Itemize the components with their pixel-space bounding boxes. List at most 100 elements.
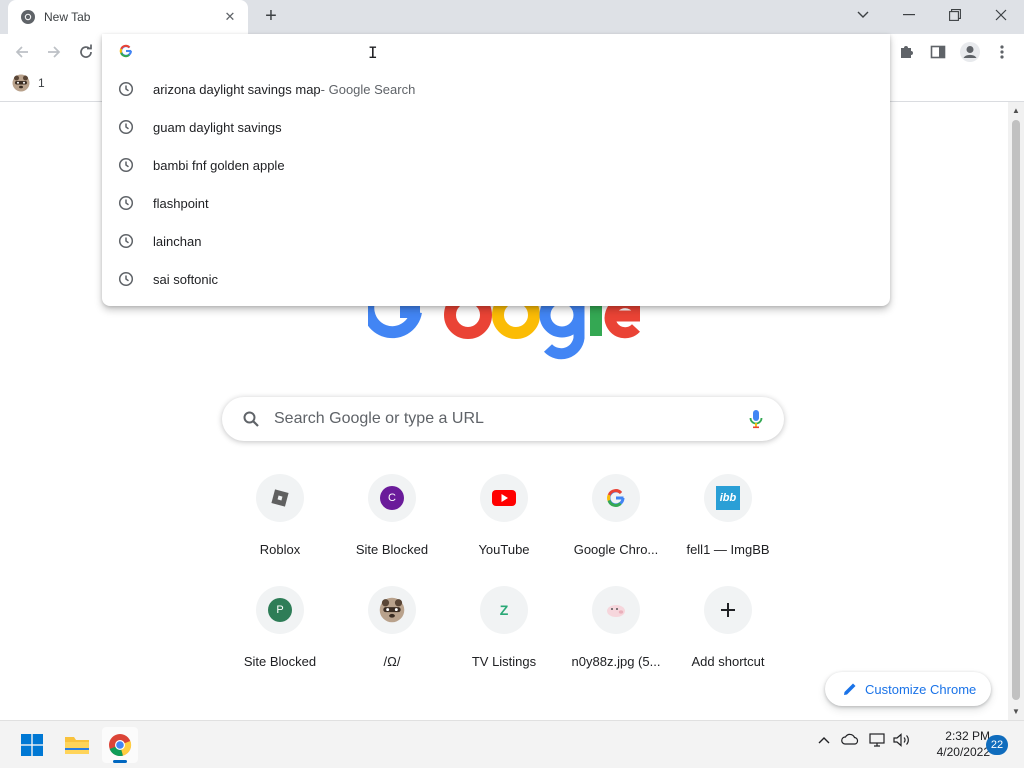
- shortcut-icon-bg: Z: [480, 586, 528, 634]
- start-button[interactable]: [14, 727, 50, 763]
- extensions-button[interactable]: [894, 40, 918, 64]
- shortcut-imgbb[interactable]: ibb fell1 — ImgBB: [672, 474, 784, 574]
- close-icon: [995, 9, 1007, 21]
- search-icon: [243, 411, 259, 427]
- youtube-icon: [492, 490, 516, 506]
- minimize-button[interactable]: [886, 0, 932, 30]
- shortcut-image-file[interactable]: n0y88z.jpg (5...: [560, 586, 672, 686]
- windows-logo-icon: [21, 734, 43, 756]
- close-window-button[interactable]: [978, 0, 1024, 30]
- shortcut-site-blocked-p[interactable]: P Site Blocked: [224, 586, 336, 686]
- bookmark-label: 1: [38, 76, 45, 90]
- back-button[interactable]: [10, 40, 34, 64]
- side-panel-icon: [930, 45, 946, 59]
- shortcut-label: TV Listings: [471, 654, 537, 669]
- profile-icon: [960, 42, 980, 62]
- shortcut-label: n0y88z.jpg (5...: [571, 654, 661, 669]
- shortcut-label: Roblox: [259, 542, 301, 557]
- tab-search-button[interactable]: [840, 0, 886, 30]
- tab-title: New Tab: [44, 10, 91, 24]
- suggestion-text: bambi fnf golden apple: [153, 157, 285, 173]
- cloud-icon: [841, 733, 859, 745]
- chrome-taskbar-button[interactable]: [102, 727, 138, 763]
- raccoon-avatar-icon: [379, 597, 405, 623]
- suggestion-source: - Google Search: [320, 81, 416, 97]
- shortcut-icon-bg: C: [368, 474, 416, 522]
- notification-badge[interactable]: 22: [986, 735, 1008, 755]
- pencil-icon: [844, 683, 856, 695]
- search-box[interactable]: Search Google or type a URL: [222, 397, 784, 441]
- file-explorer-button[interactable]: [59, 727, 95, 763]
- suggestion-item[interactable]: guam daylight savings: [102, 108, 890, 146]
- history-clock-icon: [118, 195, 134, 211]
- suggestion-text: arizona daylight savings map: [153, 81, 321, 97]
- shortcut-label: Site Blocked: [243, 654, 317, 669]
- volume-button[interactable]: [893, 733, 911, 750]
- chrome-icon: [21, 10, 35, 24]
- clock-time: 2:32 PM: [945, 729, 990, 743]
- page-scrollbar[interactable]: ▲ ▼: [1008, 102, 1024, 720]
- shortcut-icon-bg: [592, 474, 640, 522]
- history-clock-icon: [118, 119, 134, 135]
- shortcut-omega[interactable]: /Ω/: [336, 586, 448, 686]
- show-hidden-icons-button[interactable]: [818, 733, 830, 747]
- arrow-right-icon: [48, 46, 61, 58]
- clock-button[interactable]: 2:32 PM 4/20/2022: [918, 728, 990, 760]
- omnibox-input[interactable]: I: [102, 34, 890, 70]
- reload-button[interactable]: [74, 40, 98, 64]
- shortcut-google-chrome[interactable]: Google Chro...: [560, 474, 672, 574]
- scrollbar-thumb[interactable]: [1012, 120, 1020, 700]
- suggestion-item[interactable]: lainchan: [102, 222, 890, 260]
- raccoon-avatar-icon: [12, 74, 30, 92]
- profile-button[interactable]: [958, 40, 982, 64]
- onedrive-button[interactable]: [841, 733, 859, 748]
- suggestion-item[interactable]: flashpoint: [102, 184, 890, 222]
- omnibox-dropdown: I arizona daylight savings map - Google …: [102, 34, 890, 306]
- letter-c-icon: C: [380, 486, 404, 510]
- speaker-icon: [893, 733, 909, 747]
- text-cursor-icon: I: [368, 43, 378, 62]
- suggestion-item[interactable]: arizona daylight savings map - Google Se…: [102, 70, 890, 108]
- shortcut-label: Site Blocked: [355, 542, 429, 557]
- suggestion-item[interactable]: sai softonic: [102, 260, 890, 298]
- customize-chrome-button[interactable]: Customize Chrome: [825, 672, 991, 706]
- shortcut-label: /Ω/: [383, 654, 401, 669]
- side-panel-button[interactable]: [926, 40, 950, 64]
- network-button[interactable]: [869, 733, 887, 750]
- microphone-icon[interactable]: [748, 409, 764, 429]
- shortcut-icon-bg: [480, 474, 528, 522]
- reload-icon: [80, 44, 92, 58]
- shortcut-label: YouTube: [478, 542, 530, 557]
- shortcut-icon-bg: ibb: [704, 474, 752, 522]
- shortcut-site-blocked-c[interactable]: C Site Blocked: [336, 474, 448, 574]
- scroll-up-icon[interactable]: ▲: [1012, 106, 1020, 115]
- scroll-down-icon[interactable]: ▼: [1012, 707, 1020, 716]
- chevron-up-icon: [818, 737, 830, 744]
- tv-listings-icon: Z: [499, 602, 509, 618]
- letter-p-icon: P: [268, 598, 292, 622]
- tab-new-tab[interactable]: New Tab ✕: [8, 0, 248, 34]
- forward-button[interactable]: [42, 40, 66, 64]
- shortcut-label: Add shortcut: [691, 654, 765, 669]
- shortcut-tv-listings[interactable]: Z TV Listings: [448, 586, 560, 686]
- google-g-icon: [119, 44, 132, 58]
- shortcut-roblox[interactable]: Roblox: [224, 474, 336, 574]
- tab-strip: New Tab ✕ +: [0, 0, 1024, 34]
- more-vert-icon: [1000, 45, 1004, 59]
- imgbb-icon: ibb: [716, 486, 740, 510]
- customize-label: Customize Chrome: [865, 681, 977, 697]
- history-clock-icon: [118, 157, 134, 173]
- tab-close-icon[interactable]: ✕: [222, 9, 238, 25]
- google-g-icon: [607, 489, 625, 507]
- restore-button[interactable]: [932, 0, 978, 30]
- shortcut-youtube[interactable]: YouTube: [448, 474, 560, 574]
- menu-button[interactable]: [990, 40, 1014, 64]
- clock-date: 4/20/2022: [936, 745, 990, 759]
- suggestion-item[interactable]: bambi fnf golden apple: [102, 146, 890, 184]
- bookmark-item[interactable]: 1: [12, 74, 45, 92]
- suggestion-text: guam daylight savings: [153, 119, 282, 135]
- add-shortcut-button[interactable]: Add shortcut: [672, 586, 784, 686]
- puzzle-icon: [901, 46, 913, 58]
- new-tab-button[interactable]: +: [260, 6, 282, 28]
- active-indicator: [113, 760, 127, 763]
